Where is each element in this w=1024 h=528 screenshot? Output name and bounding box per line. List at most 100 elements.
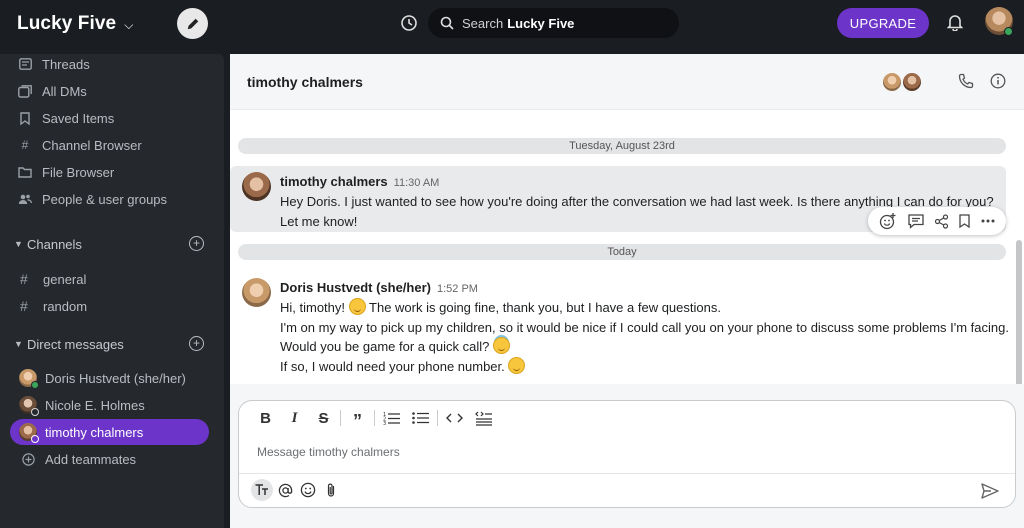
toolbar-separator	[340, 410, 341, 426]
message-line: I'm on my way to pick up my children, so…	[280, 319, 1009, 335]
composer-divider	[239, 473, 1015, 474]
status-dot	[31, 435, 39, 443]
channel-header: timothy chalmers	[230, 54, 1024, 110]
sidebar-item-label: All DMs	[42, 83, 87, 99]
add-teammates-button[interactable]: Add teammates	[10, 446, 209, 472]
composer-tools	[251, 479, 343, 501]
reply-thread-icon[interactable]	[907, 213, 924, 229]
dms-section-header[interactable]: ▼ Direct messages +	[14, 334, 204, 354]
bell-icon[interactable]	[946, 13, 964, 36]
bold-icon[interactable]: B	[251, 410, 280, 427]
code-block-icon[interactable]	[469, 411, 498, 426]
avatar[interactable]	[242, 278, 271, 307]
dm-label: Nicole E. Holmes	[45, 397, 145, 413]
message-list[interactable]: Tuesday, August 23rd timothy chalmers 11:…	[230, 110, 1024, 384]
strikethrough-icon[interactable]: S	[309, 410, 338, 427]
sidebar-item-file-browser[interactable]: File Browser	[18, 161, 114, 183]
chevron-down-icon: ⌵	[124, 17, 134, 32]
toolbar-separator	[437, 410, 438, 426]
more-icon[interactable]	[981, 219, 995, 223]
quote-icon[interactable]: ”	[343, 405, 372, 432]
message-text: If so, I would need your phone number.	[280, 358, 505, 374]
channel-label: random	[43, 298, 88, 314]
dm-label: timothy chalmers	[45, 424, 144, 440]
channels-section-header[interactable]: ▼ Channels +	[14, 234, 204, 254]
sidebar-item-label: People & user groups	[42, 191, 168, 207]
message-author[interactable]: Doris Hustvedt (she/her)	[280, 280, 431, 295]
phone-icon[interactable]	[958, 73, 974, 94]
chevron-down-icon: ▼	[14, 239, 23, 249]
workspace-name: Lucky Five	[17, 13, 117, 34]
avatar[interactable]	[242, 172, 271, 201]
avatar	[19, 369, 39, 389]
slightly-smiling-emoji-icon	[348, 298, 366, 315]
chevron-down-icon: ▼	[14, 339, 23, 349]
sidebar-item-doris[interactable]: Doris Hustvedt (she/her)	[10, 365, 209, 391]
member-avatar[interactable]	[882, 72, 902, 92]
search-input[interactable]: Search Lucky Five	[428, 8, 679, 38]
sidebar-item-channel-browser[interactable]: # Channel Browser	[18, 134, 142, 156]
text-format-icon[interactable]	[251, 479, 273, 501]
member-avatar[interactable]	[902, 72, 922, 92]
upgrade-button[interactable]: UPGRADE	[837, 8, 929, 38]
share-icon[interactable]	[934, 213, 949, 229]
people-icon	[18, 192, 32, 206]
message-text: The work is going fine, thank you, but I…	[369, 300, 721, 315]
channel-label: general	[43, 271, 87, 287]
message-time: 1:52 PM	[436, 283, 478, 295]
sidebar-item-all-dms[interactable]: All DMs	[18, 80, 87, 102]
message-text: Hi, timothy!	[280, 300, 346, 315]
online-status-dot	[1004, 27, 1013, 36]
numbered-list-icon[interactable]: 123	[377, 411, 406, 425]
send-icon[interactable]	[981, 483, 999, 504]
avatar	[19, 396, 39, 416]
bulleted-list-icon[interactable]	[406, 411, 435, 425]
message-text: Would you be game for a quick call?	[280, 339, 490, 354]
message-meta: Doris Hustvedt (she/her) 1:52 PM	[280, 279, 478, 297]
dms-title: Direct messages	[27, 336, 124, 352]
message-input[interactable]: Message timothy chalmers	[257, 445, 400, 459]
channels-title: Channels	[27, 236, 82, 252]
message-author[interactable]: timothy chalmers	[280, 174, 388, 189]
add-circle-icon	[19, 452, 37, 466]
file-browser-icon	[18, 165, 32, 179]
sidebar-item-random[interactable]: # random	[20, 296, 87, 316]
history-icon[interactable]	[400, 14, 418, 37]
sidebar-item-nicole[interactable]: Nicole E. Holmes	[10, 392, 209, 418]
toolbar-separator	[374, 410, 375, 426]
sidebar-item-people[interactable]: People & user groups	[18, 188, 167, 210]
main-panel: timothy chalmers Tuesday, August 23rd ti…	[230, 54, 1024, 528]
add-channel-icon[interactable]: +	[189, 236, 204, 251]
hash-icon: #	[20, 298, 28, 314]
sidebar-item-timothy[interactable]: timothy chalmers	[10, 419, 209, 445]
svg-text:3: 3	[383, 421, 386, 425]
avatar	[19, 423, 39, 443]
emoji-icon[interactable]	[297, 479, 319, 501]
formatting-toolbar: B I S ” 123	[251, 409, 498, 431]
info-icon[interactable]	[990, 73, 1006, 94]
status-dot	[31, 408, 39, 416]
channel-browser-icon: #	[21, 138, 29, 152]
search-icon	[440, 16, 454, 30]
search-scope: Lucky Five	[507, 15, 575, 31]
message-line: If so, I would need your phone number.	[280, 356, 1015, 377]
message-line: Hi, timothy! The work is going fine, tha…	[280, 298, 1015, 318]
attachment-icon[interactable]	[320, 479, 342, 501]
threads-icon	[18, 57, 32, 71]
status-dot	[31, 381, 39, 389]
channel-title: timothy chalmers	[247, 74, 363, 90]
sidebar-item-label: File Browser	[42, 164, 115, 180]
code-icon[interactable]	[440, 412, 469, 424]
add-dm-icon[interactable]: +	[189, 336, 204, 351]
mention-icon[interactable]	[274, 479, 296, 501]
scrollbar[interactable]	[1016, 240, 1022, 384]
sidebar-item-general[interactable]: # general	[20, 269, 86, 289]
sidebar-item-threads[interactable]: Threads	[18, 54, 90, 75]
sidebar-item-saved-items[interactable]: Saved Items	[18, 107, 114, 129]
italic-icon[interactable]: I	[280, 410, 309, 427]
message-time: 11:30 AM	[393, 177, 440, 189]
message-body: Hi, timothy! The work is going fine, tha…	[280, 298, 1015, 376]
compose-button[interactable]	[177, 8, 208, 39]
bookmark-icon[interactable]	[959, 214, 971, 228]
add-reaction-icon[interactable]	[879, 212, 897, 230]
